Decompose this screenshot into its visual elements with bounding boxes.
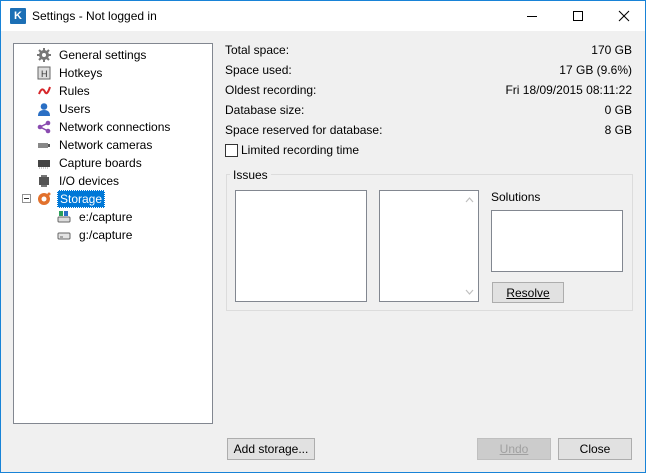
tree-item-label: Hotkeys bbox=[59, 66, 103, 80]
close-button[interactable]: Close bbox=[558, 438, 632, 460]
tree-item-label: Users bbox=[59, 102, 91, 116]
drive-icon bbox=[56, 209, 72, 225]
tree-item-label: General settings bbox=[59, 48, 147, 62]
maximize-icon bbox=[573, 11, 583, 21]
solutions-list[interactable] bbox=[491, 210, 623, 272]
io-device-icon bbox=[36, 173, 52, 189]
gear-icon bbox=[36, 47, 52, 63]
tree-item-io-devices[interactable]: I/O devices bbox=[36, 172, 121, 190]
solutions-label: Solutions bbox=[491, 190, 541, 204]
tree-item-label: e:/capture bbox=[79, 210, 133, 224]
tree-item-label: Storage bbox=[57, 190, 106, 208]
tree-item-network-connections[interactable]: Network connections bbox=[36, 118, 172, 136]
space-used-label: Space used: bbox=[225, 63, 292, 77]
limited-recording-checkbox-row[interactable]: Limited recording time bbox=[225, 143, 359, 157]
tree-item-users[interactable]: Users bbox=[36, 100, 92, 118]
issues-list[interactable] bbox=[235, 190, 367, 302]
svg-text:H: H bbox=[41, 69, 48, 79]
network-connections-icon bbox=[36, 119, 52, 135]
space-reserved-value: 8 GB bbox=[604, 123, 632, 137]
scroll-up-icon[interactable] bbox=[461, 193, 478, 207]
resolve-button[interactable]: Resolve bbox=[492, 282, 564, 303]
database-size-label: Database size: bbox=[225, 103, 305, 117]
undo-button[interactable]: Undo bbox=[477, 438, 551, 460]
total-space-value: 170 GB bbox=[591, 43, 632, 57]
issue-details-list[interactable] bbox=[379, 190, 479, 302]
resolve-button-label: Resolve bbox=[506, 285, 550, 300]
tree-item-network-cameras[interactable]: Network cameras bbox=[36, 136, 154, 154]
storage-icon bbox=[36, 191, 52, 207]
app-icon: K bbox=[10, 8, 26, 24]
close-window-button[interactable] bbox=[601, 1, 646, 31]
hotkey-icon: H bbox=[36, 65, 52, 81]
database-size-value: 0 GB bbox=[604, 103, 632, 117]
settings-tree[interactable]: General settings H Hotkeys Rules Users N… bbox=[13, 43, 213, 424]
capture-board-icon bbox=[36, 155, 52, 171]
tree-item-general-settings[interactable]: General settings bbox=[36, 46, 148, 64]
minimize-icon bbox=[527, 16, 537, 17]
tree-item-label: Capture boards bbox=[59, 156, 142, 170]
tree-item-label: I/O devices bbox=[59, 174, 120, 188]
rules-icon bbox=[36, 83, 52, 99]
minimize-button[interactable] bbox=[509, 1, 555, 31]
add-storage-button[interactable]: Add storage... bbox=[227, 438, 315, 460]
scroll-down-icon[interactable] bbox=[461, 285, 478, 299]
tree-item-label: Network cameras bbox=[59, 138, 153, 152]
tree-item-storage[interactable]: Storage bbox=[36, 190, 106, 208]
window-title: Settings - Not logged in bbox=[32, 9, 157, 23]
network-camera-icon bbox=[36, 137, 52, 153]
close-button-label: Close bbox=[579, 442, 611, 456]
space-reserved-label: Space reserved for database: bbox=[225, 123, 383, 137]
close-icon bbox=[618, 10, 630, 22]
total-space-label: Total space: bbox=[225, 43, 290, 57]
tree-item-g-capture[interactable]: g:/capture bbox=[56, 226, 134, 244]
add-storage-button-label: Add storage... bbox=[233, 442, 309, 456]
oldest-recording-label: Oldest recording: bbox=[225, 83, 317, 97]
drive-icon bbox=[56, 227, 72, 243]
tree-item-rules[interactable]: Rules bbox=[36, 82, 92, 100]
scrollbar[interactable] bbox=[461, 191, 478, 301]
limited-recording-label: Limited recording time bbox=[241, 143, 360, 157]
limited-recording-checkbox[interactable] bbox=[225, 143, 238, 157]
tree-item-hotkeys[interactable]: H Hotkeys bbox=[36, 64, 104, 82]
title-bar: K Settings - Not logged in bbox=[1, 1, 645, 31]
user-icon bbox=[36, 101, 52, 117]
maximize-button[interactable] bbox=[555, 1, 601, 31]
space-used-value: 17 GB (9.6%) bbox=[559, 63, 632, 77]
tree-item-label: g:/capture bbox=[79, 228, 133, 242]
tree-item-label: Rules bbox=[59, 84, 90, 98]
issues-group-title: Issues bbox=[230, 168, 271, 182]
tree-item-capture-boards[interactable]: Capture boards bbox=[36, 154, 144, 172]
oldest-recording-value: Fri 18/09/2015 08:11:22 bbox=[505, 83, 632, 97]
tree-item-label: Network connections bbox=[59, 120, 171, 134]
collapse-toggle[interactable] bbox=[22, 194, 31, 203]
undo-button-label: Undo bbox=[499, 442, 529, 456]
tree-item-e-capture[interactable]: e:/capture bbox=[56, 208, 134, 226]
